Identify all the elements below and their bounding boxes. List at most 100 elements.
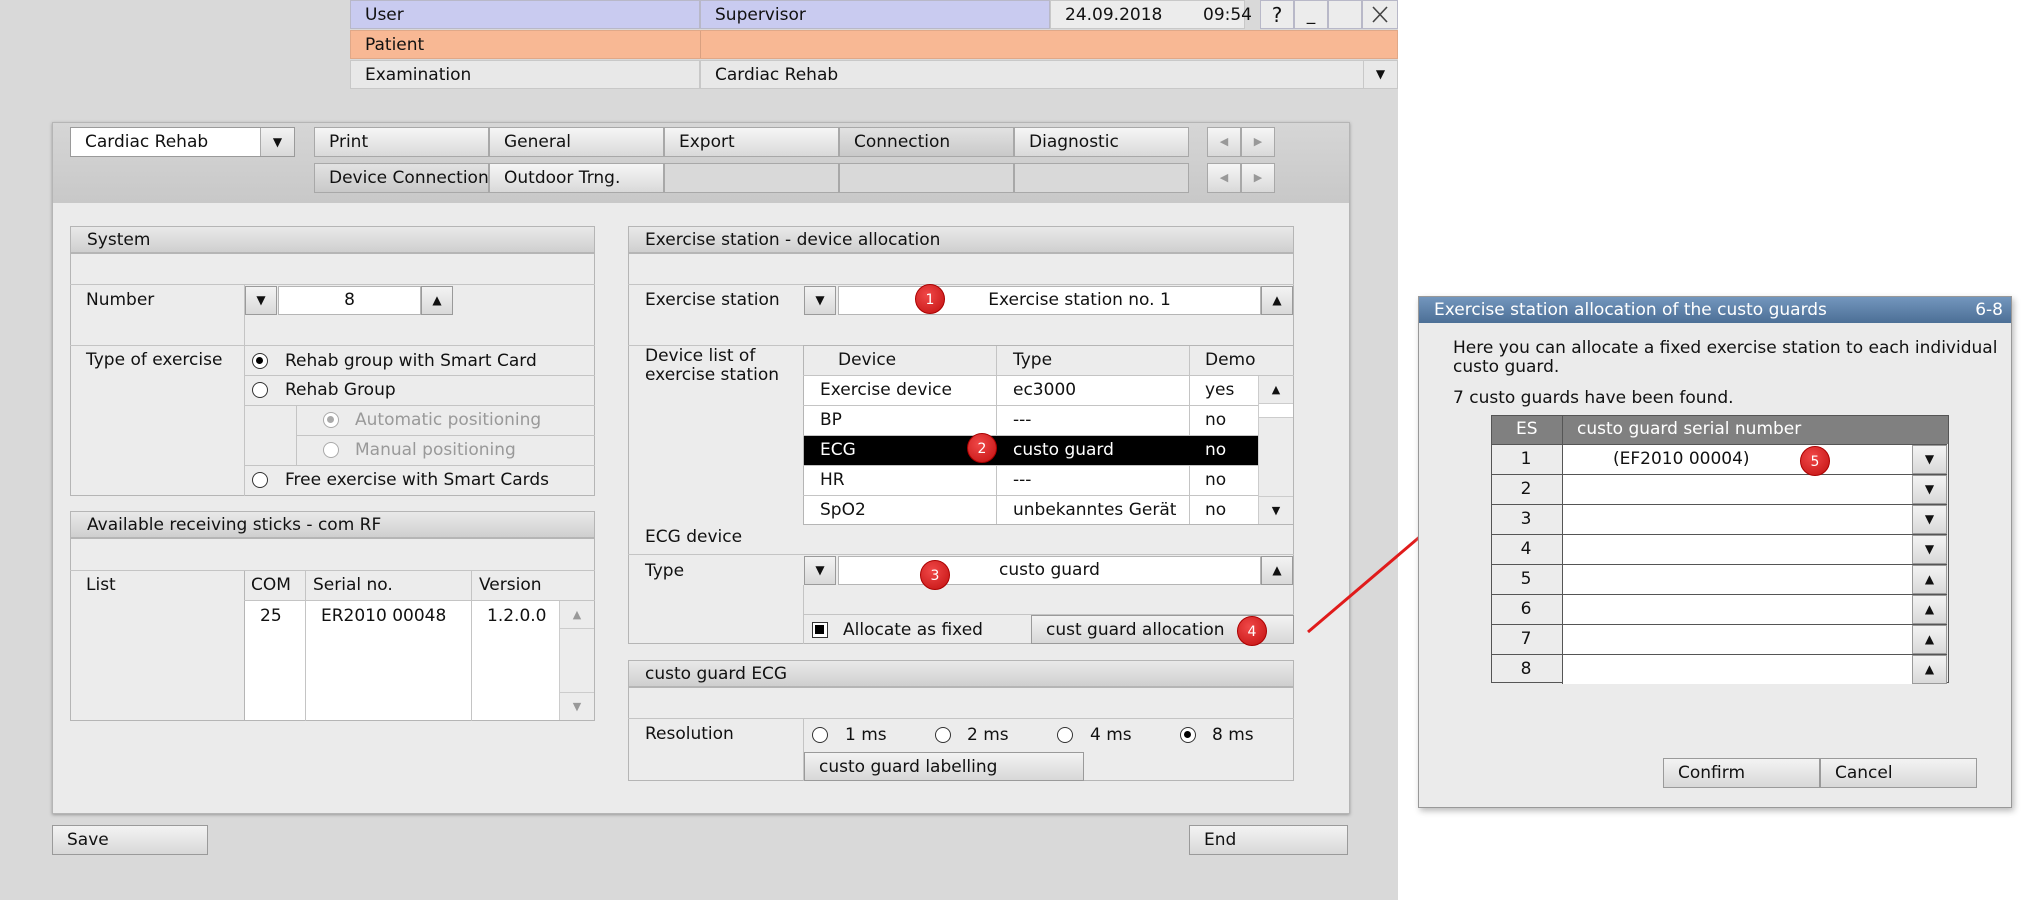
maximize-button[interactable] [1328, 0, 1362, 29]
tab-empty-3 [1014, 163, 1189, 193]
device-scroll-thumb[interactable] [1259, 404, 1293, 418]
dialog-row-8[interactable]: 8 ▲ [1491, 654, 1947, 684]
custo-guard-labelling-button[interactable]: custo guard labelling [804, 752, 1084, 781]
program-select[interactable]: Cardiac Rehab ▼ [70, 127, 295, 157]
dialog-row-2-field[interactable] [1562, 475, 1912, 504]
sticks-col-2b [471, 571, 472, 721]
ecg-type-field[interactable]: custo guard [838, 556, 1261, 585]
dialog-row-2[interactable]: 2 ▼ [1491, 474, 1947, 504]
close-button[interactable] [1362, 0, 1398, 29]
device-scrollbar[interactable]: ▲ ▼ [1258, 376, 1293, 524]
program-dropdown-icon[interactable]: ▼ [260, 128, 294, 156]
dialog-row-2-dropdown[interactable]: ▼ [1912, 475, 1947, 504]
radio-resolution-8ms[interactable] [1180, 727, 1196, 743]
tab-export[interactable]: Export [664, 127, 839, 157]
sticks-col-1b [305, 571, 306, 721]
radio-manual-positioning[interactable] [323, 442, 339, 458]
tab-scroll-right-1[interactable]: ▶ [1241, 127, 1275, 157]
radio-free-exercise[interactable] [252, 472, 268, 488]
radio-resolution-4ms[interactable] [1057, 727, 1073, 743]
tab-scroll-left-1[interactable]: ◀ [1207, 127, 1241, 157]
dialog-row-3[interactable]: 3 ▼ [1491, 504, 1947, 534]
device-row-1-type[interactable]: ec3000 [1013, 380, 1076, 400]
device-scroll-up[interactable]: ▲ [1259, 376, 1293, 404]
help-button[interactable]: ? [1260, 0, 1294, 29]
device-row-4-device[interactable]: HR [820, 470, 845, 490]
ecg-type-prev-button[interactable]: ▼ [804, 556, 836, 585]
sticks-scroll-up[interactable]: ▲ [560, 601, 594, 629]
tab-scroll-left-2[interactable]: ◀ [1207, 163, 1241, 193]
tab-diagnostic[interactable]: Diagnostic [1014, 127, 1189, 157]
examination-dropdown[interactable]: ▼ [1363, 61, 1397, 88]
device-row-5-type[interactable]: unbekanntes Gerät [1013, 500, 1176, 520]
cancel-button[interactable]: Cancel [1820, 758, 1977, 788]
dialog-row-6-dropdown[interactable]: ▲ [1912, 595, 1947, 624]
number-decrement-button[interactable]: ▼ [245, 286, 277, 315]
system-divider-6 [244, 465, 595, 466]
confirm-button[interactable]: Confirm [1663, 758, 1820, 788]
ecg-type-label: Type [645, 561, 685, 581]
dialog-row-8-dropdown[interactable]: ▲ [1912, 655, 1947, 684]
dialog-row-7-field[interactable] [1562, 625, 1912, 654]
device-row-5-device[interactable]: SpO2 [820, 500, 866, 520]
dialog-row-5[interactable]: 5 ▲ [1491, 564, 1947, 594]
radio-automatic-positioning[interactable] [323, 412, 339, 428]
device-row-4-demo[interactable]: no [1205, 470, 1226, 490]
device-row-3-type[interactable]: custo guard [1013, 440, 1114, 460]
station-field[interactable]: Exercise station no. 1 [838, 286, 1261, 315]
ecg-type-next-button[interactable]: ▲ [1261, 556, 1293, 585]
tab-general[interactable]: General [489, 127, 664, 157]
save-button[interactable]: Save [52, 825, 208, 855]
dialog-row-7[interactable]: 7 ▲ [1491, 624, 1947, 654]
device-list-label: Device list of exercise station [645, 346, 780, 385]
dialog-row-3-field[interactable] [1562, 505, 1912, 534]
dialog-row-4[interactable]: 4 ▼ [1491, 534, 1947, 564]
radio-rehab-group[interactable] [252, 382, 268, 398]
device-row-2-type[interactable]: --- [1013, 410, 1031, 430]
device-row-line-1 [803, 405, 1258, 406]
dialog-row-3-dropdown[interactable]: ▼ [1912, 505, 1947, 534]
station-next-button[interactable]: ▲ [1261, 286, 1293, 315]
device-scroll-down[interactable]: ▼ [1259, 496, 1293, 524]
tab-device-connection[interactable]: Device Connection [314, 163, 489, 193]
device-row-3-demo[interactable]: no [1205, 440, 1226, 460]
dialog-row-7-dropdown[interactable]: ▲ [1912, 625, 1947, 654]
dialog-row-5-field[interactable] [1562, 565, 1912, 594]
date-cell: 24.09.2018 09:54 [1050, 0, 1252, 29]
dialog-row-4-dropdown[interactable]: ▼ [1912, 535, 1947, 564]
dialog-row-6-field[interactable] [1562, 595, 1912, 624]
device-row-1-demo[interactable]: yes [1205, 380, 1234, 400]
patient-row[interactable]: Patient [350, 30, 1398, 59]
examination-select[interactable]: Cardiac Rehab ▼ [700, 60, 1398, 89]
device-row-4-type[interactable]: --- [1013, 470, 1031, 490]
tab-outdoor-training[interactable]: Outdoor Trng. [489, 163, 664, 193]
sticks-cell-version: 1.2.0.0 [487, 606, 547, 626]
device-row-5-demo[interactable]: no [1205, 500, 1226, 520]
dialog-row-8-field[interactable] [1562, 655, 1912, 684]
dialog-row-1[interactable]: 1 (EF2010 00004) ▼ [1491, 444, 1947, 474]
device-row-1-device[interactable]: Exercise device [820, 380, 952, 400]
dialog-row-5-dropdown[interactable]: ▲ [1912, 565, 1947, 594]
dialog-row-4-field[interactable] [1562, 535, 1912, 564]
number-field[interactable]: 8 [278, 286, 421, 315]
radio-resolution-2ms[interactable] [935, 727, 951, 743]
device-row-2-demo[interactable]: no [1205, 410, 1226, 430]
dialog-row-1-dropdown[interactable]: ▼ [1912, 445, 1947, 474]
tab-scroll-right-2[interactable]: ▶ [1241, 163, 1275, 193]
number-increment-button[interactable]: ▲ [421, 286, 453, 315]
radio-rehab-smartcard[interactable] [252, 353, 268, 369]
sticks-scroll-down[interactable]: ▼ [560, 692, 594, 720]
minimize-button[interactable]: _ [1294, 0, 1328, 29]
tab-print[interactable]: Print [314, 127, 489, 157]
allocate-fixed-checkbox[interactable] [812, 622, 828, 638]
device-row-3-device[interactable]: ECG [820, 440, 856, 460]
end-button[interactable]: End [1189, 825, 1348, 855]
dialog-row-6[interactable]: 6 ▲ [1491, 594, 1947, 624]
station-prev-button[interactable]: ▼ [804, 286, 836, 315]
device-row-2-device[interactable]: BP [820, 410, 842, 430]
radio-resolution-1ms[interactable] [812, 727, 828, 743]
dialog-row-1-field[interactable]: (EF2010 00004) [1562, 445, 1912, 474]
tab-connection[interactable]: Connection [839, 127, 1014, 157]
option-rehab-smartcard: Rehab group with Smart Card [285, 351, 537, 371]
sticks-scrollbar[interactable]: ▲ ▼ [559, 601, 594, 720]
